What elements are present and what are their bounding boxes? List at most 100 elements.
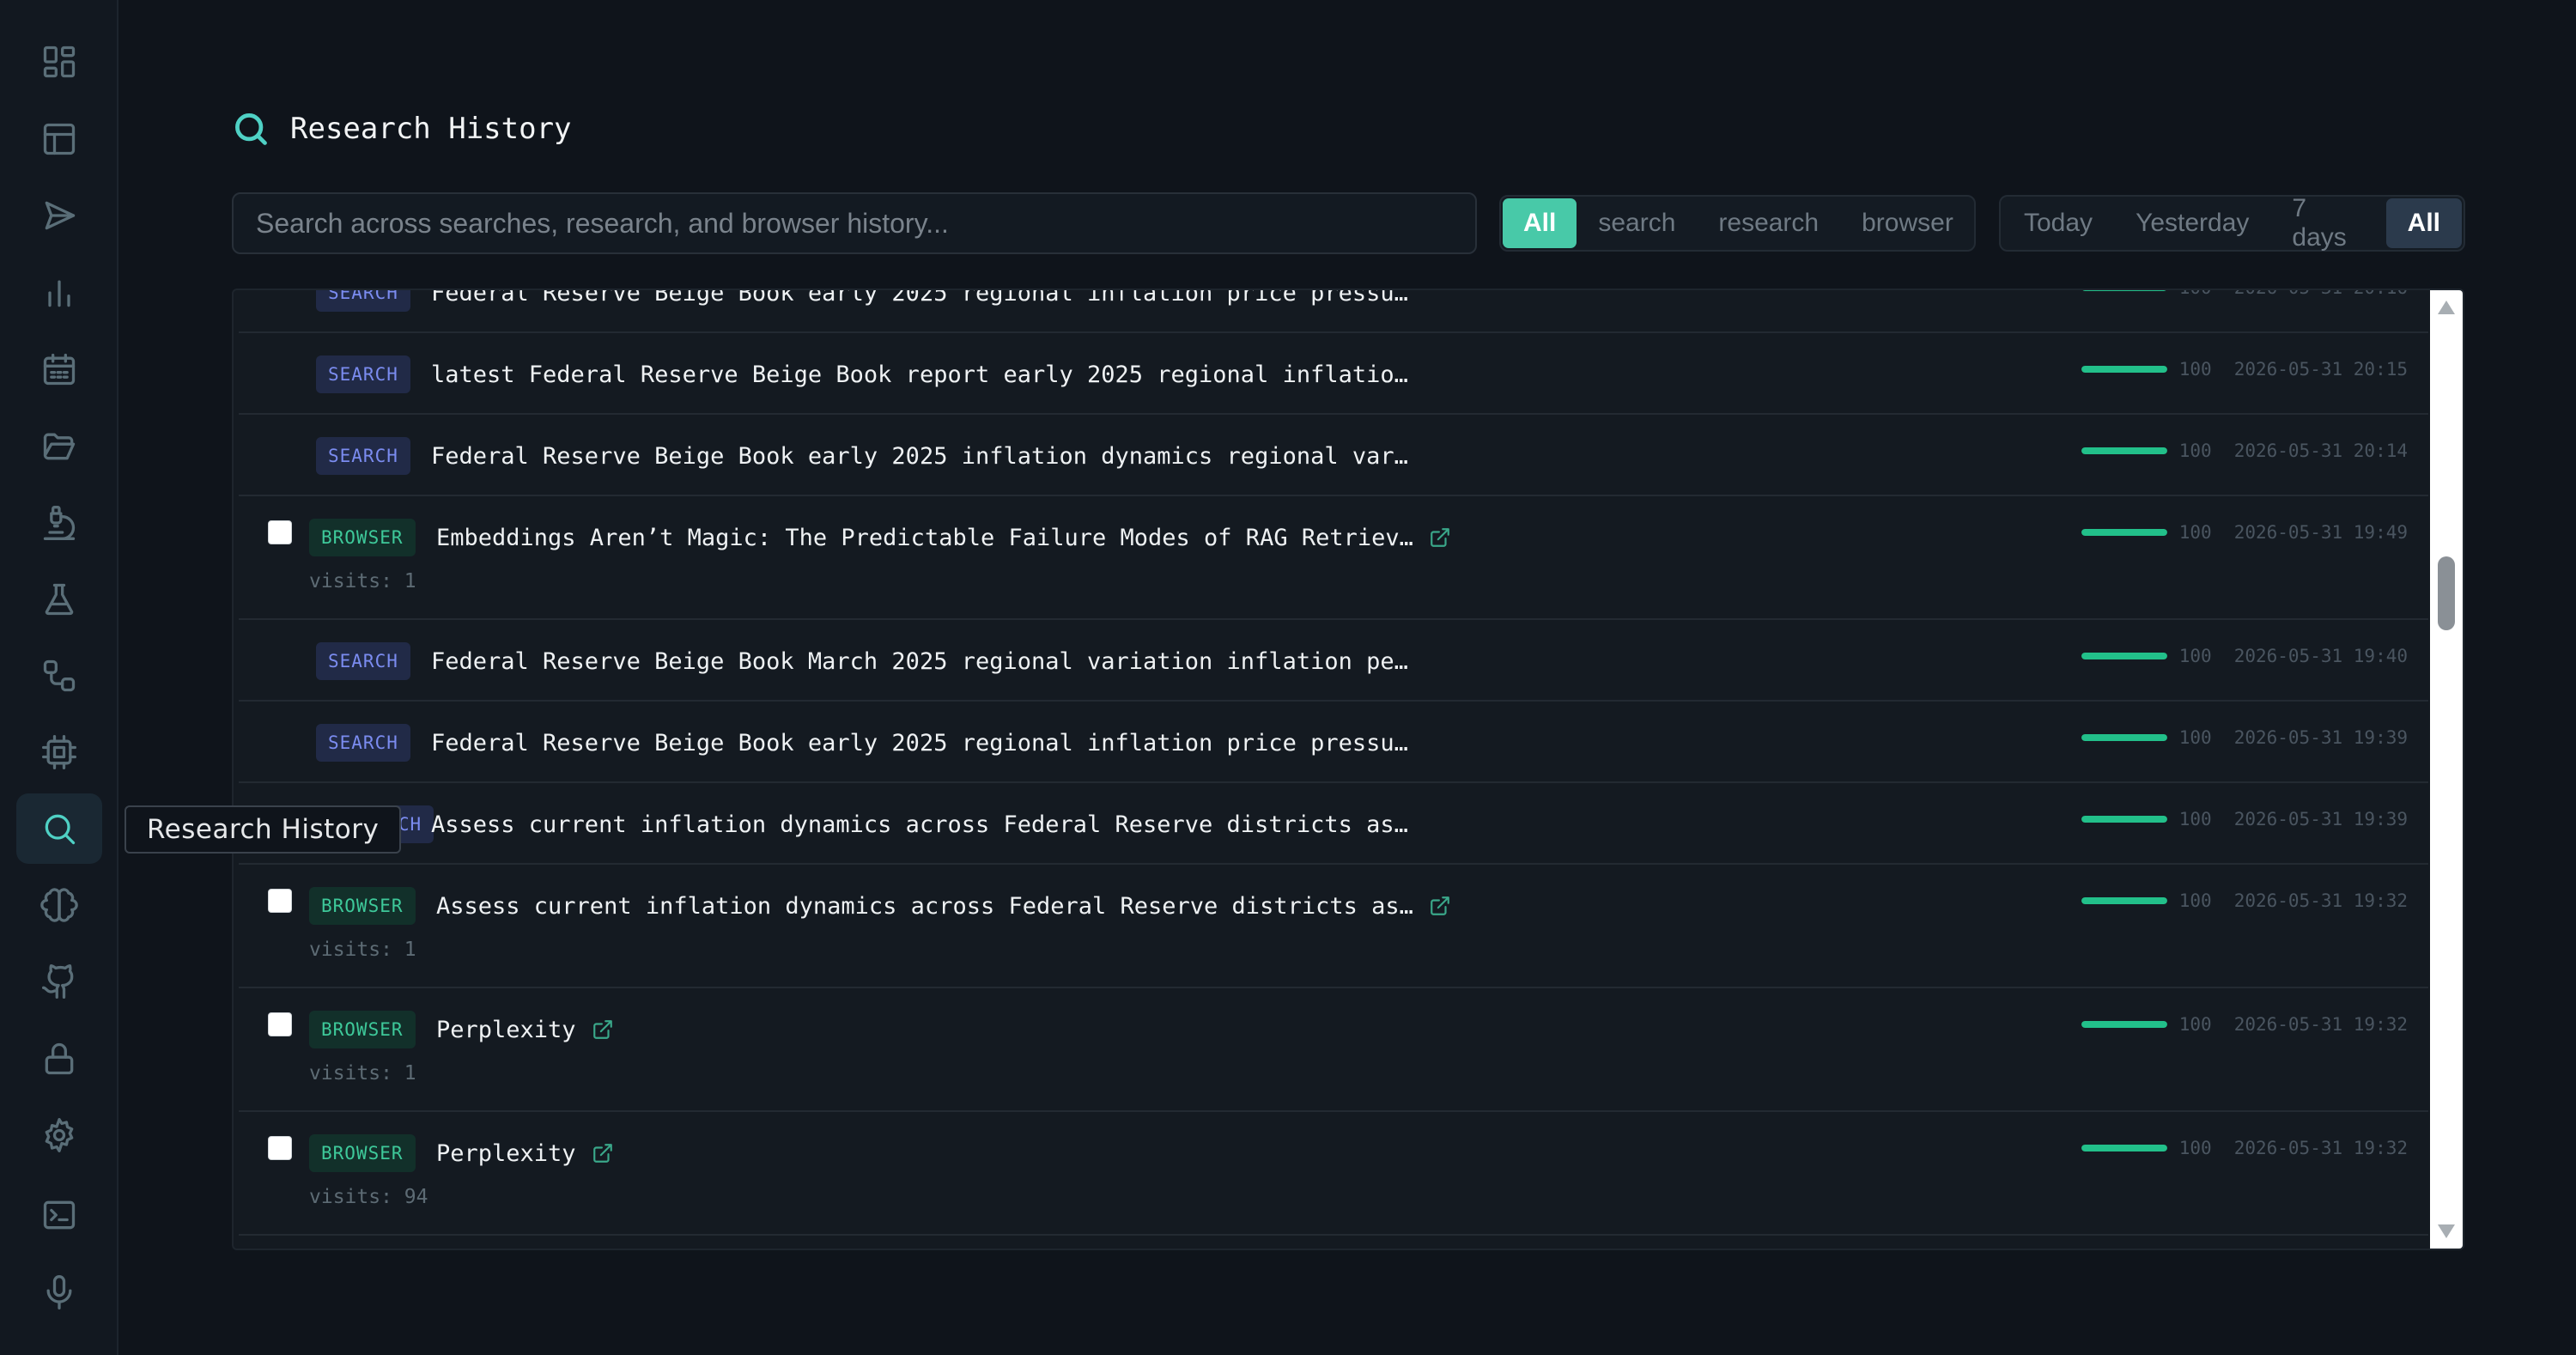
- folder-open-icon: [43, 433, 76, 460]
- row-title: Perplexity: [436, 1012, 614, 1047]
- sidebar-item-analytics[interactable]: [16, 258, 102, 328]
- history-row[interactable]: SEARCH Federal Reserve Beige Book early …: [239, 415, 2428, 496]
- relevance-bar-fill: [2081, 653, 2167, 659]
- page-title: Research History: [290, 112, 572, 146]
- history-row[interactable]: BROWSER Perplexity visits: 1 100 2026-05…: [239, 988, 2428, 1112]
- sidebar-item-brain[interactable]: [16, 870, 102, 940]
- row-checkbox[interactable]: [268, 1012, 292, 1036]
- terminal-icon: [43, 1200, 76, 1230]
- row-title: Assess current inflation dynamics across…: [431, 807, 1408, 842]
- sidebar-item-dashboard[interactable]: [16, 27, 102, 97]
- dashboard-icon: [43, 46, 76, 78]
- type-badge: BROWSER: [309, 519, 416, 556]
- sidebar-item-voice[interactable]: [16, 1257, 102, 1328]
- cpu-icon: [42, 735, 76, 769]
- row-meta: 100 2026-05-31 19:32: [2081, 1138, 2408, 1158]
- relevance-score: 100: [2178, 646, 2212, 666]
- search-input[interactable]: [232, 192, 1477, 254]
- type-filter-search[interactable]: search: [1577, 198, 1697, 248]
- row-checkbox[interactable]: [268, 1136, 292, 1160]
- history-row[interactable]: SEARCH Federal Reserve Beige Book early …: [239, 290, 2428, 333]
- row-title: Embeddings Aren’t Magic: The Predictable…: [436, 520, 1451, 555]
- history-row[interactable]: RESEARCH Assess current inflation dynami…: [239, 783, 2428, 865]
- type-badge: SEARCH: [316, 290, 410, 312]
- relevance-bar-fill: [2081, 366, 2167, 373]
- relevance-score: 100: [2178, 890, 2212, 911]
- scroll-thumb[interactable]: [2438, 556, 2455, 630]
- relevance-bar: [2081, 1145, 2167, 1151]
- history-row[interactable]: SEARCH Federal Reserve Beige Book March …: [239, 620, 2428, 702]
- scroll-up-arrow[interactable]: [2438, 301, 2455, 314]
- type-filter-research[interactable]: research: [1697, 198, 1840, 248]
- history-row[interactable]: BROWSER Assess current inflation dynamic…: [239, 865, 2428, 988]
- type-badge: SEARCH: [316, 437, 410, 475]
- history-row[interactable]: SEARCH Federal Reserve Beige Book early …: [239, 702, 2428, 783]
- date-filter-7-days[interactable]: 7 days: [2270, 194, 2385, 252]
- timestamp: 2026-05-31 19:39: [2233, 727, 2408, 748]
- sidebar-item-workflow[interactable]: [16, 641, 102, 711]
- timestamp: 2026-05-31 19:39: [2233, 809, 2408, 829]
- relevance-bar: [2081, 529, 2167, 536]
- sidebar-item-research-history[interactable]: [16, 793, 102, 864]
- table-icon: [43, 123, 76, 155]
- row-title-text: Federal Reserve Beige Book early 2025 in…: [431, 442, 1408, 470]
- sidebar-item-send[interactable]: [16, 180, 102, 251]
- relevance-score: 100: [2178, 727, 2212, 748]
- relevance-score: 100: [2178, 522, 2212, 543]
- timestamp: 2026-05-31 20:15: [2233, 359, 2408, 380]
- gear-icon: [45, 1118, 74, 1152]
- row-meta: 100 2026-05-31 19:39: [2081, 809, 2408, 829]
- type-filter: All search research browser: [1499, 195, 1976, 252]
- row-checkbox[interactable]: [268, 520, 292, 544]
- history-row[interactable]: BROWSER Perplexity visits: 94 100 2026-0…: [239, 1112, 2428, 1236]
- type-badge: BROWSER: [309, 1134, 416, 1172]
- relevance-bar: [2081, 1021, 2167, 1028]
- history-row[interactable]: BROWSER Embeddings Aren’t Magic: The Pre…: [239, 496, 2428, 620]
- relevance-bar: [2081, 897, 2167, 904]
- history-row[interactable]: SEARCH latest Federal Reserve Beige Book…: [239, 333, 2428, 415]
- page-header: Research History: [232, 110, 572, 148]
- type-badge: SEARCH: [316, 355, 410, 393]
- lock-icon: [45, 1042, 74, 1075]
- sidebar-item-lock[interactable]: [16, 1024, 102, 1094]
- scroll-down-arrow[interactable]: [2438, 1224, 2455, 1238]
- history-list: SEARCH Federal Reserve Beige Book early …: [232, 289, 2464, 1250]
- relevance-bar-fill: [2081, 1145, 2167, 1151]
- row-title-text: Assess current inflation dynamics across…: [436, 892, 1413, 920]
- row-checkbox[interactable]: [268, 889, 292, 913]
- microphone-icon: [46, 1275, 72, 1309]
- list-scrollbar[interactable]: [2430, 290, 2463, 1249]
- sidebar-item-table[interactable]: [16, 104, 102, 174]
- relevance-score: 100: [2178, 1014, 2212, 1035]
- type-badge: SEARCH: [316, 642, 410, 680]
- type-filter-all[interactable]: All: [1503, 198, 1577, 248]
- sidebar-item-github[interactable]: [16, 946, 102, 1017]
- timestamp: 2026-05-31 19:49: [2233, 522, 2408, 543]
- sidebar-item-cpu[interactable]: [16, 717, 102, 787]
- search-icon: [45, 814, 76, 845]
- timestamp: 2026-05-31 20:14: [2233, 441, 2408, 461]
- date-filter-today[interactable]: Today: [2002, 198, 2114, 248]
- row-title: Federal Reserve Beige Book March 2025 re…: [431, 644, 1408, 678]
- sidebar-item-calendar[interactable]: [16, 334, 102, 404]
- row-title: Assess current inflation dynamics across…: [436, 889, 1451, 923]
- row-title: latest Federal Reserve Beige Book report…: [431, 357, 1408, 392]
- external-link-icon[interactable]: [1429, 526, 1451, 549]
- type-filter-browser[interactable]: browser: [1840, 198, 1975, 248]
- relevance-bar-fill: [2081, 290, 2167, 291]
- external-link-icon[interactable]: [1429, 895, 1451, 917]
- external-link-icon[interactable]: [592, 1142, 614, 1164]
- timestamp: 2026-05-31 19:40: [2233, 646, 2408, 666]
- date-filter-yesterday[interactable]: Yesterday: [2114, 198, 2270, 248]
- visit-count: visits: 1: [309, 939, 416, 961]
- sidebar-item-terminal[interactable]: [16, 1180, 102, 1250]
- date-filter-all[interactable]: All: [2385, 198, 2462, 248]
- row-title: Federal Reserve Beige Book early 2025 re…: [431, 290, 1408, 310]
- sidebar-item-microscope[interactable]: [16, 488, 102, 558]
- workflow-icon: [43, 659, 76, 692]
- external-link-icon[interactable]: [592, 1018, 614, 1041]
- relevance-bar: [2081, 366, 2167, 373]
- sidebar-item-settings[interactable]: [16, 1100, 102, 1170]
- sidebar-item-lab[interactable]: [16, 564, 102, 635]
- sidebar-item-files[interactable]: [16, 410, 102, 481]
